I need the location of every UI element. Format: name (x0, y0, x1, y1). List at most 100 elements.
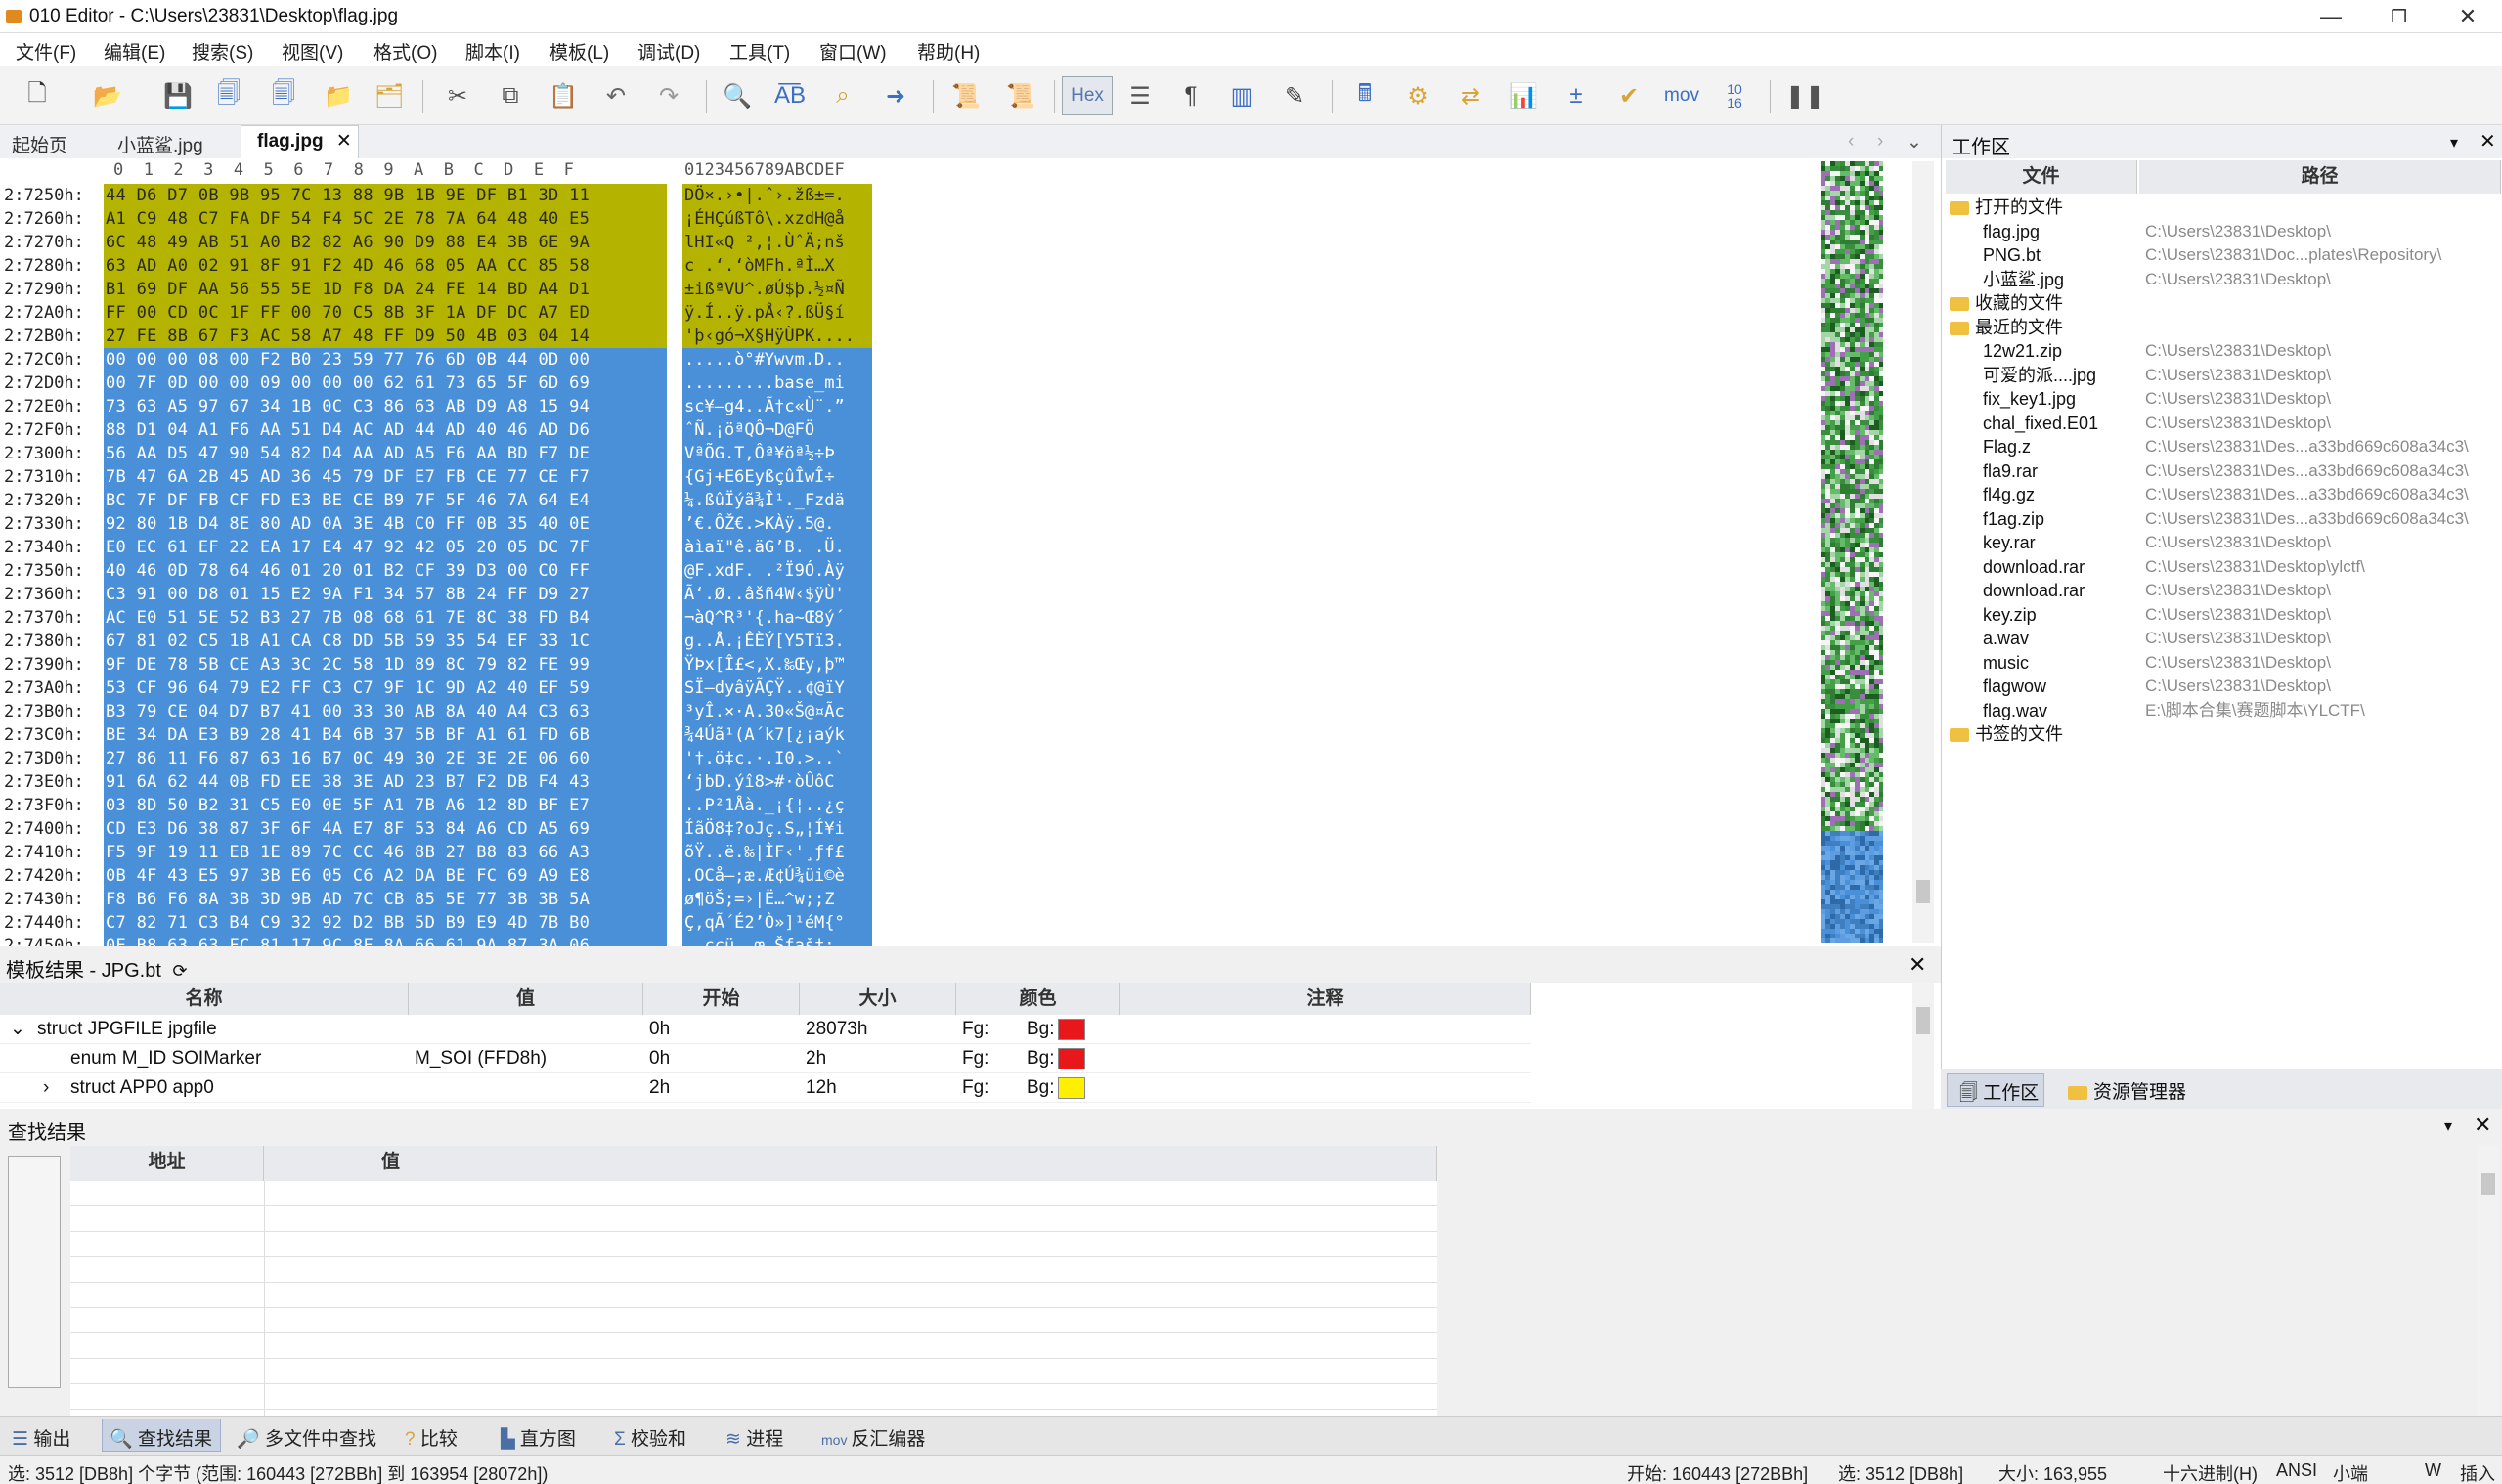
new-file-icon[interactable]: 🗋 (18, 76, 57, 115)
workspace-file-item[interactable]: key.rar C:\Users\23831\Desktop\ (1950, 531, 2497, 554)
find-col-value[interactable]: 值 (264, 1146, 1437, 1181)
maximize-button[interactable]: ❐ (2365, 0, 2434, 33)
hex-row[interactable]: 2:7380h: 67 81 02 C5 1B A1 CA C8 DD 5B 59… (0, 630, 880, 653)
hex-row[interactable]: 2:73C0h: BE 34 DA E3 B9 28 41 B4 6B 37 5B… (0, 723, 880, 747)
color-swatch[interactable] (1058, 1048, 1085, 1069)
columns-icon[interactable]: ▥ (1222, 76, 1261, 115)
hex-row[interactable]: 2:7320h: BC 7F DF FB CF FD E3 BE CE B9 7F… (0, 489, 880, 512)
save-as-icon[interactable]: 🗐 (209, 76, 248, 115)
save-all-icon[interactable]: 🗐 (264, 76, 303, 115)
tab-start-page[interactable]: 起始页 (12, 131, 67, 157)
refresh-icon[interactable]: ⟳ (172, 961, 187, 981)
hex-mode-button[interactable]: Hex (1062, 76, 1113, 115)
template-row[interactable]: › struct APP0 app0 2h 12h Fg: Bg: (0, 1073, 1531, 1103)
hex-row-bytes[interactable]: B3 79 CE 04 D7 B7 41 00 33 30 AB 8A 40 A… (104, 700, 667, 723)
hex-row[interactable]: 2:73F0h: 03 8D 50 B2 31 C5 E0 0E 5F A1 7B… (0, 794, 880, 817)
hex-row[interactable]: 2:7260h: A1 C9 48 C7 FA DF 54 F4 5C 2E 78… (0, 207, 880, 231)
hex-row[interactable]: 2:7340h: E0 EC 61 EF 22 EA 17 E4 47 92 42… (0, 536, 880, 559)
hex-row-ascii[interactable]: ÍãÖ8‡?oJç.S„¦Í¥i (682, 817, 872, 841)
menu-help[interactable]: 帮助(H) (917, 38, 980, 65)
hex-row-bytes[interactable]: 67 81 02 C5 1B A1 CA C8 DD 5B 59 35 54 E… (104, 630, 667, 653)
checksum-icon[interactable]: ± (1557, 76, 1596, 115)
status-write[interactable]: W (2425, 1461, 2441, 1481)
hex-row-ascii[interactable]: ø¶öŠ;=›­|Ë…^w;;Z (682, 888, 872, 911)
inspector-icon[interactable]: ⚙ (1398, 76, 1437, 115)
hex-row-bytes[interactable]: 7B 47 6A 2B 45 AD 36 45 79 DF E7 FB CE 7… (104, 465, 667, 489)
hex-row-ascii[interactable]: ..P²1Åà._¡{¦..¿ç (682, 794, 872, 817)
hex-scrollbar[interactable] (1912, 161, 1934, 943)
color-swatch[interactable] (1058, 1077, 1085, 1099)
tpl-col-name[interactable]: 名称 (0, 983, 409, 1015)
workspace-menu-icon[interactable]: ▾ (2450, 133, 2458, 153)
scroll-thumb[interactable] (1916, 880, 1930, 903)
hex-row-bytes[interactable]: 0B 4F 43 E5 97 3B E6 05 C6 A2 DA BE FC 6… (104, 864, 667, 888)
tab-flag-jpg[interactable]: flag.jpg ✕ (241, 125, 359, 158)
hex-row-ascii[interactable]: lHI«Q ²‚¦.ÙˆÄ;nš (682, 231, 872, 254)
run-script-icon[interactable]: 📜 (946, 76, 986, 115)
hex-row-bytes[interactable]: 92 80 1B D4 8E 80 AD 0A 3E 4B C0 FF 0B 3… (104, 512, 667, 536)
tab-workspace[interactable]: 🗐 工作区 (1947, 1073, 2044, 1107)
workspace-file-item[interactable]: download.rar C:\Users\23831\Desktop\ylctf… (1950, 555, 2497, 579)
menu-window[interactable]: 窗口(W) (819, 38, 887, 65)
hex-row-bytes[interactable]: A1 C9 48 C7 FA DF 54 F4 5C 2E 78 7A 64 4… (104, 207, 667, 231)
find-col-address[interactable]: 地址 (70, 1146, 264, 1181)
tab-find-in-files[interactable]: 🔎 多文件中查找 (237, 1424, 376, 1451)
workspace-file-item[interactable]: 小蓝鲨.jpg C:\Users\23831\Desktop\ (1950, 268, 2497, 291)
find-menu-icon[interactable]: ▾ (2444, 1116, 2452, 1136)
hex-row-ascii[interactable]: .........base_mi (682, 371, 872, 395)
hex-row-ascii[interactable]: õŸ..ë.‰|ÌF‹'¸ƒf£ (682, 841, 872, 864)
hex-row-ascii[interactable]: .OCå—;æ.Æ¢Ú¾üi©è (682, 864, 872, 888)
hex-row-ascii[interactable]: ±ißªVU^.øÚ$þ.½¤Ñ (682, 278, 872, 301)
hex-row-bytes[interactable]: F5 9F 19 11 EB 1E 89 7C CC 46 8B 27 B8 8… (104, 841, 667, 864)
tpl-col-comment[interactable]: 注释 (1120, 983, 1531, 1015)
hex-row-bytes[interactable]: FF 00 CD 0C 1F FF 00 70 C5 8B 3F 1A DF D… (104, 301, 667, 325)
hex-row-bytes[interactable]: E0 EC 61 EF 22 EA 17 E4 47 92 42 05 20 0… (104, 536, 667, 559)
tab-find-results[interactable]: 🔍 查找结果 (110, 1424, 212, 1451)
hex-row-bytes[interactable]: 91 6A 62 44 0B FD EE 38 3E AD 23 B7 F2 D… (104, 770, 667, 794)
hex-row-bytes[interactable]: 27 86 11 F6 87 63 16 B7 0C 49 30 2E 3E 2… (104, 747, 667, 770)
hex-row[interactable]: 2:72C0h: 00 00 00 08 00 F2 B0 23 59 77 76… (0, 348, 880, 371)
tpl-scrollbar[interactable] (1912, 983, 1934, 1109)
hex-row[interactable]: 2:72D0h: 00 7F 0D 00 00 09 00 00 00 62 61… (0, 371, 880, 395)
status-mode[interactable]: 十六进制(H) (2163, 1461, 2258, 1484)
collapse-icon[interactable]: ⌄ (10, 1015, 25, 1044)
workspace-file-item[interactable]: f1ag.zip C:\Users\23831\Des...a33bd669c60… (1950, 507, 2497, 531)
color-swatch[interactable] (1058, 1019, 1085, 1040)
hex-row[interactable]: 2:73E0h: 91 6A 62 44 0B FD EE 38 3E AD 23… (0, 770, 880, 794)
redo-icon[interactable]: ↷ (649, 76, 688, 115)
hex-row-bytes[interactable]: 63 AD A0 02 91 8F 91 F2 4D 46 68 05 AA C… (104, 254, 667, 278)
find-scrollbar[interactable] (2478, 1146, 2499, 1416)
hex-row-ascii[interactable]: {Gj+E­6EyßçûÎwÎ÷ (682, 465, 872, 489)
hex-row-ascii[interactable]: àìaï"ê.äG’B. .Ü. (682, 536, 872, 559)
workspace-file-item[interactable]: download.rar C:\Users\23831\Desktop\ (1950, 579, 2497, 602)
tab-close-icon[interactable]: ✕ (336, 131, 352, 152)
menu-search[interactable]: 搜索(S) (192, 38, 253, 65)
workspace-file-item[interactable]: fix_key1.jpg C:\Users\23831\Desktop\ (1950, 387, 2497, 411)
hex-row-ascii[interactable]: ¡ÉHÇúßTô\.xzdH@å (682, 207, 872, 231)
hex-row-ascii[interactable]: sc¥—g4..Ã†c«Ù¨.” (682, 395, 872, 418)
hex-row-bytes[interactable]: 73 63 A5 97 67 34 1B 0C C3 86 63 AB D9 A… (104, 395, 667, 418)
hex-row[interactable]: 2:7370h: AC E0 51 5E 52 B3 27 7B 08 68 61… (0, 606, 880, 630)
text-mode-icon[interactable]: ☰ (1120, 76, 1160, 115)
hex-row-bytes[interactable]: 00 00 00 08 00 F2 B0 23 59 77 76 6D 0B 4… (104, 348, 667, 371)
workspace-file-item[interactable]: 12w21.zip C:\Users\23831\Desktop\ (1950, 339, 2497, 363)
hex-row-bytes[interactable]: 6C 48 49 AB 51 A0 B2 82 A6 90 D9 88 E4 3… (104, 231, 667, 254)
hex-row-ascii[interactable]: ÿ.Í..ÿ.pÅ‹?.ßÜ§í (682, 301, 872, 325)
menu-edit[interactable]: 编辑(E) (104, 38, 165, 65)
template-row[interactable]: ⌄ struct JPGFILE jpgfile 0h 28073h Fg: Bg: (0, 1015, 1531, 1044)
hex-row-bytes[interactable]: AC E0 51 5E 52 B3 27 7B 08 68 61 7E 8C 3… (104, 606, 667, 630)
hex-row[interactable]: 2:72F0h: 88 D1 04 A1 F6 AA 51 D4 AC AD 44… (0, 418, 880, 442)
hex-row[interactable]: 2:7250h: 44 D6 D7 0B 9B 95 7C 13 88 9B 1B… (0, 184, 880, 207)
hex-row-bytes[interactable]: B1 69 DF AA 56 55 5E 1D F8 DA 24 FE 14 B… (104, 278, 667, 301)
hex-row[interactable]: 2:7420h: 0B 4F 43 E5 97 3B E6 05 C6 A2 DA… (0, 864, 880, 888)
minimize-button[interactable]: — (2297, 0, 2365, 33)
tpl-col-color[interactable]: 颜色 (956, 983, 1120, 1015)
hex-row-ascii[interactable]: ¾4Úã¹(A´k7[¿¡aýk (682, 723, 872, 747)
tab-scroll-left-icon[interactable]: ‹ (1848, 131, 1854, 153)
hex-row-bytes[interactable]: BC 7F DF FB CF FD E3 BE CE B9 7F 5F 46 7… (104, 489, 667, 512)
workspace-file-item[interactable]: fl4g.gz C:\Users\23831\Des...a33bd669c608… (1950, 483, 2497, 506)
tab-scroll-right-icon[interactable]: › (1877, 131, 1883, 153)
undo-icon[interactable]: ↶ (596, 76, 636, 115)
hex-row-bytes[interactable]: BE 34 DA E3 B9 28 41 B4 6B 37 5B BF A1 6… (104, 723, 667, 747)
find-scroll-thumb[interactable] (2481, 1173, 2495, 1195)
